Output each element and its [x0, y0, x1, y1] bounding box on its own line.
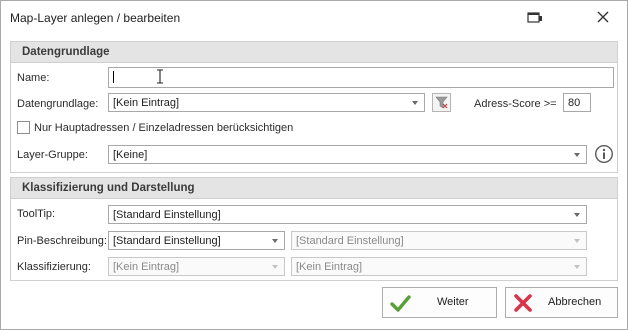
- score-label: Adress-Score >=: [474, 98, 557, 110]
- klassifizierung-value-secondary: [Kein Eintrag]: [296, 261, 363, 273]
- abbrechen-button[interactable]: Abbrechen: [505, 287, 618, 318]
- window-title: Map-Layer anlegen / bearbeiten: [10, 11, 181, 25]
- layergruppe-value: [Keine]: [113, 149, 148, 161]
- text-caret: [113, 71, 114, 83]
- weiter-button-label: Weiter: [437, 296, 469, 308]
- chevron-down-icon: [272, 265, 278, 269]
- restore-icon[interactable]: [527, 10, 543, 24]
- hauptadressen-checkbox-label[interactable]: Nur Hauptadressen / Einzeladressen berüc…: [34, 122, 293, 134]
- pin-value-primary: [Standard Einstellung]: [113, 235, 221, 247]
- hauptadressen-checkbox[interactable]: [17, 121, 30, 134]
- group-klassifizierung: Klassifizierung und Darstellung ToolTip:…: [10, 177, 618, 281]
- datengrundlage-select[interactable]: [Kein Eintrag]: [108, 93, 425, 112]
- chevron-down-icon: [574, 213, 580, 217]
- pin-value-secondary: [Standard Einstellung]: [296, 235, 404, 247]
- datengrundlage-label: Datengrundlage:: [17, 98, 99, 110]
- chevron-down-icon: [574, 153, 580, 157]
- tooltip-select[interactable]: [Standard Einstellung]: [108, 205, 587, 224]
- layergruppe-label: Layer-Gruppe:: [17, 149, 88, 161]
- pin-select-secondary: [Standard Einstellung]: [291, 231, 587, 250]
- tooltip-label: ToolTip:: [17, 208, 56, 220]
- tooltip-value: [Standard Einstellung]: [113, 209, 221, 221]
- abbrechen-button-label: Abbrechen: [548, 296, 602, 308]
- checkmark-icon: [390, 295, 411, 312]
- cross-icon: [514, 294, 532, 312]
- chevron-down-icon: [412, 101, 418, 105]
- chevron-down-icon: [574, 239, 580, 243]
- group-datengrundlage: Datengrundlage Name: Datengrundlage: [Ke…: [10, 41, 618, 173]
- text-cursor-icon: [157, 69, 163, 84]
- score-input[interactable]: 80: [563, 93, 591, 112]
- filter-icon[interactable]: [432, 93, 451, 112]
- chevron-down-icon: [574, 265, 580, 269]
- name-label: Name:: [17, 72, 50, 84]
- group-header-datengrundlage: Datengrundlage: [11, 42, 617, 63]
- pin-select-primary[interactable]: [Standard Einstellung]: [108, 231, 285, 250]
- klassifizierung-label: Klassifizierung:: [17, 261, 91, 273]
- klassifizierung-select-primary: [Kein Eintrag]: [108, 257, 285, 276]
- datengrundlage-value: [Kein Eintrag]: [113, 97, 180, 109]
- klassifizierung-value-primary: [Kein Eintrag]: [113, 261, 180, 273]
- close-icon[interactable]: [595, 9, 611, 25]
- layergruppe-select[interactable]: [Keine]: [108, 145, 587, 164]
- score-value: 80: [568, 97, 581, 109]
- title-bar: Map-Layer anlegen / bearbeiten: [1, 1, 627, 33]
- info-icon[interactable]: [594, 144, 614, 164]
- dialog-window: Map-Layer anlegen / bearbeiten Datengrun…: [0, 0, 628, 330]
- chevron-down-icon: [272, 239, 278, 243]
- klassifizierung-select-secondary: [Kein Eintrag]: [291, 257, 587, 276]
- name-input[interactable]: [108, 67, 614, 88]
- weiter-button[interactable]: Weiter: [382, 287, 497, 318]
- pin-label: Pin-Beschreibung:: [17, 235, 107, 247]
- group-header-klassifizierung: Klassifizierung und Darstellung: [11, 178, 617, 199]
